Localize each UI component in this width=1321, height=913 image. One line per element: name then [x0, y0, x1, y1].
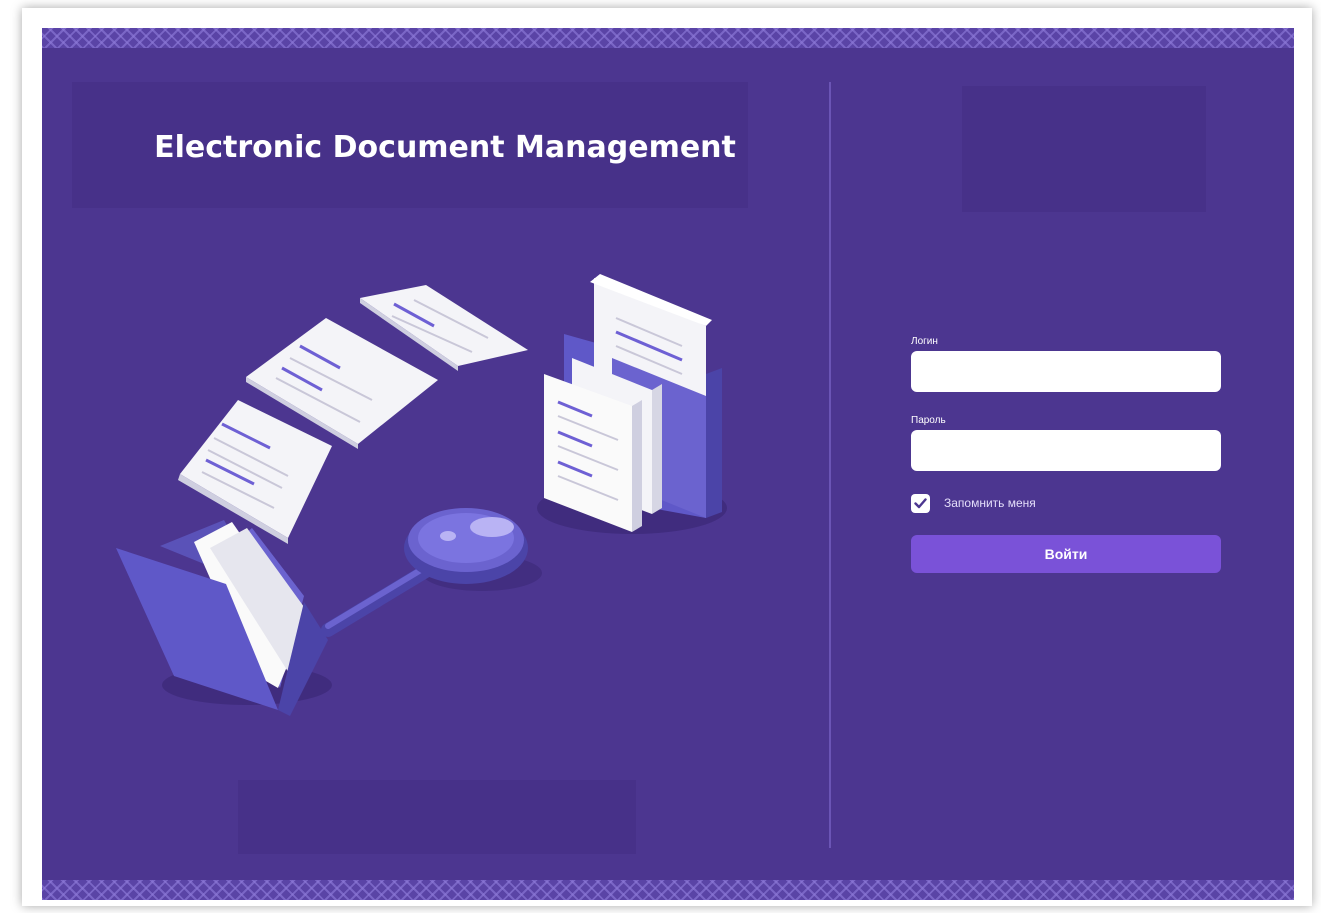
password-label: Пароль	[911, 415, 946, 426]
remember-me-checkbox[interactable]	[911, 493, 930, 513]
vertical-divider	[829, 82, 831, 848]
footer-placeholder	[238, 780, 636, 854]
folder-icon	[544, 274, 722, 532]
login-button[interactable]: Войти	[911, 535, 1221, 573]
folder-icon	[116, 520, 328, 716]
login-label: Логин	[911, 336, 938, 347]
documents-illustration	[116, 274, 727, 716]
magnifier-icon	[321, 508, 528, 637]
top-ornament-border	[42, 28, 1294, 48]
login-page: Electronic Document Management Логин Пар…	[42, 28, 1294, 900]
remember-me-label: Запомнить меня	[944, 496, 1036, 510]
password-input[interactable]	[911, 430, 1221, 471]
login-input[interactable]	[911, 351, 1221, 392]
logo-placeholder	[962, 86, 1206, 212]
bottom-ornament-border	[42, 880, 1294, 900]
document-icon	[178, 400, 332, 544]
checkmark-icon	[914, 497, 927, 508]
page-title: Electronic Document Management	[154, 130, 736, 165]
remember-me-toggle[interactable]: Запомнить меня	[911, 493, 1036, 513]
